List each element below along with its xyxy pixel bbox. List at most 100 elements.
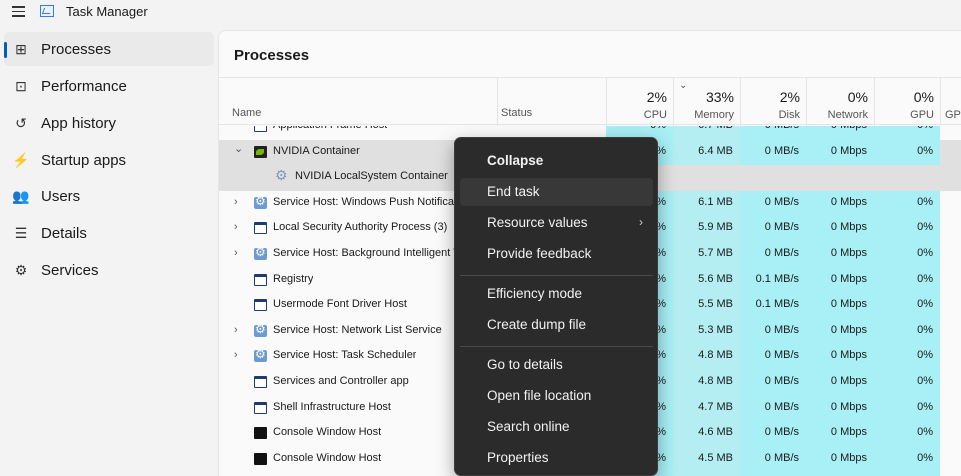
gpu-value: 0%	[917, 451, 933, 464]
memory-value: 5.3 MB	[698, 323, 733, 336]
sidebar-item-services[interactable]: ⚙ Services	[4, 253, 214, 287]
process-console-icon	[254, 427, 267, 440]
column-header-disk[interactable]: 2% Disk	[740, 78, 806, 126]
active-indicator	[4, 42, 7, 58]
memory-value: 6.1 MB	[698, 195, 733, 208]
menu-item-label: Search online	[487, 419, 570, 434]
process-window-icon	[254, 401, 267, 414]
disk-value: 0 MB/s	[764, 144, 799, 157]
sidebar-item-label: Users	[41, 187, 81, 205]
heat-cell	[874, 472, 940, 476]
details-icon: ☰	[14, 224, 28, 241]
menu-item-label: Create dump file	[487, 317, 587, 332]
expand-chevron-icon[interactable]: ›	[234, 221, 238, 233]
column-header-status[interactable]: Status	[501, 107, 532, 119]
sidebar-item-startup-apps[interactable]: ⚡ Startup apps	[4, 143, 214, 177]
services-icon: ⚙	[14, 261, 28, 278]
process-name: NVIDIA Container	[273, 144, 360, 157]
column-header-memory[interactable]: ⌄ 33% Memory	[673, 78, 740, 126]
gpu-value: 0%	[917, 323, 933, 336]
title-bar: Task Manager	[0, 0, 961, 26]
app-history-icon: ↺	[15, 114, 27, 131]
menu-item-resource-values[interactable]: Resource values ›	[460, 209, 653, 237]
disk-value: 0.1 MB/s	[755, 298, 799, 311]
column-header-name[interactable]: Name	[232, 107, 261, 119]
menu-item-provide-feedback[interactable]: Provide feedback	[460, 240, 653, 268]
menu-item-go-to-details[interactable]: Go to details	[460, 351, 653, 379]
memory-value: 5.7 MB	[698, 247, 733, 259]
expand-chevron-icon[interactable]: ›	[234, 349, 238, 361]
menu-item-properties[interactable]: Properties	[460, 444, 653, 472]
menu-item-label: Efficiency mode	[487, 286, 583, 301]
process-name: Service Host: Windows Push Notificat	[273, 195, 458, 208]
memory-value: 4.7 MB	[698, 400, 733, 413]
network-value: 0 Mbps	[830, 323, 867, 336]
memory-value: 4.5 MB	[698, 451, 733, 464]
disk-value: 0 MB/s	[764, 451, 799, 464]
disk-total: 2%	[779, 89, 800, 105]
menu-item-label: Open file location	[487, 388, 592, 403]
sidebar-item-users[interactable]: 👥 Users	[4, 179, 214, 213]
column-header-network[interactable]: 0% Network	[806, 78, 874, 126]
users-icon: 👥	[12, 187, 30, 204]
menu-item-search-online[interactable]: Search online	[460, 413, 653, 441]
memory-value: 6.4 MB	[698, 144, 733, 157]
menu-item-label: Collapse	[487, 153, 544, 168]
menu-item-collapse[interactable]: Collapse	[460, 147, 653, 175]
disk-value: 0 MB/s	[764, 323, 799, 336]
process-console-icon	[254, 452, 267, 465]
gpu-value: 0%	[917, 247, 933, 259]
menu-item-end-task[interactable]: End task	[460, 178, 653, 206]
sidebar-item-app-history[interactable]: ↺ App history	[4, 106, 214, 140]
heat-cell	[673, 472, 740, 476]
process-name: Service Host: Network List Service	[273, 323, 442, 336]
process-gear-icon	[254, 322, 267, 337]
memory-value: 4.6 MB	[698, 426, 733, 439]
process-gear-icon	[254, 194, 267, 209]
process-window-icon	[254, 376, 267, 388]
sort-descending-icon: ⌄	[679, 80, 688, 91]
menu-item-open-file-location[interactable]: Open file location	[460, 382, 653, 410]
sidebar-item-label: App history	[41, 114, 117, 132]
menu-separator	[460, 346, 653, 347]
cpu-label: CPU	[643, 109, 667, 121]
network-value: 0 Mbps	[830, 195, 867, 208]
network-value: 0 Mbps	[830, 375, 867, 387]
expand-chevron-icon[interactable]: ›	[234, 247, 238, 259]
process-window-icon	[254, 222, 267, 235]
menu-item-create-dump-file[interactable]: Create dump file	[460, 311, 653, 339]
menu-item-label: Go to details	[487, 357, 563, 372]
gpu-value: 0%	[917, 144, 933, 157]
expand-chevron-icon[interactable]: ›	[234, 324, 238, 336]
process-nvidia-icon	[254, 145, 267, 158]
gpu-value: 0%	[917, 349, 933, 362]
task-manager-app-icon	[40, 5, 54, 17]
menu-item-efficiency-mode[interactable]: Efficiency mode	[460, 280, 653, 308]
sidebar-item-performance[interactable]: ⊡ Performance	[4, 69, 214, 103]
page-title: Processes	[234, 47, 310, 64]
sidebar-item-label: Services	[41, 261, 99, 279]
column-header-gpu[interactable]: 0% GPU	[874, 78, 940, 126]
sidebar-item-processes[interactable]: ⊞ Processes	[4, 32, 214, 66]
sidebar-item-details[interactable]: ☰ Details	[4, 216, 214, 250]
startup-apps-icon: ⚡	[12, 151, 30, 168]
gpu-total: 0%	[913, 89, 934, 105]
process-name: Service Host: Background Intelligent T	[273, 247, 460, 259]
process-name: Local Security Authority Process (3)	[273, 221, 448, 234]
gpu-value: 0%	[917, 298, 933, 311]
gpu-value: 0%	[917, 221, 933, 234]
column-divider[interactable]	[497, 78, 498, 126]
heat-cell	[740, 472, 806, 476]
network-value: 0 Mbps	[830, 451, 867, 464]
expand-chevron-icon[interactable]: ›	[234, 196, 238, 208]
hamburger-menu-icon[interactable]	[12, 6, 25, 18]
menu-item-label: Resource values	[487, 215, 588, 230]
gpu-value: 0%	[917, 375, 933, 387]
disk-value: 0 MB/s	[764, 247, 799, 259]
collapse-chevron-icon[interactable]: ⌄	[234, 142, 243, 155]
table-header: Name Status 2% CPU ⌄ 33% Memory 2% Disk …	[219, 77, 961, 126]
column-header-cpu[interactable]: 2% CPU	[606, 78, 673, 126]
column-header-gpu-engine[interactable]: GP	[940, 78, 961, 126]
sidebar-item-label: Performance	[41, 77, 127, 95]
process-name: Registry	[273, 272, 314, 285]
